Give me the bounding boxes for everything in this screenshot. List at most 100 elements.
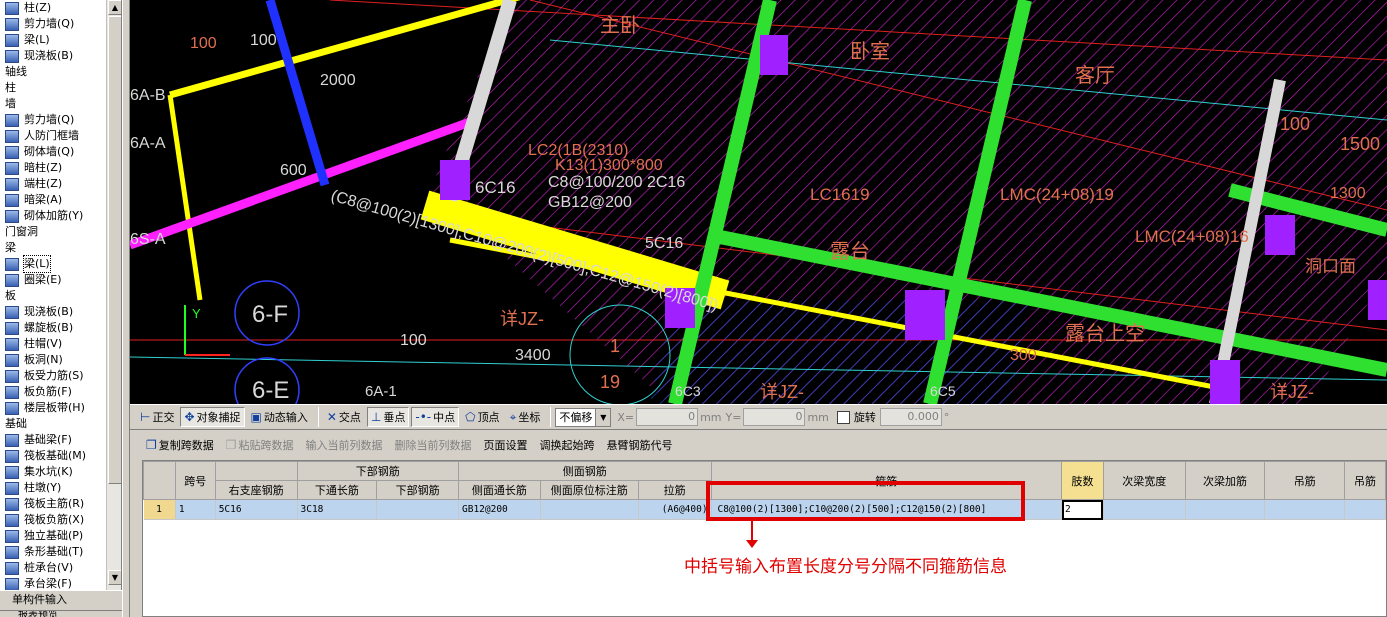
- cell-hanger-2[interactable]: [1344, 499, 1386, 520]
- tree-item[interactable]: 柱帽(V): [0, 336, 121, 352]
- y-offset-input[interactable]: 0: [743, 408, 806, 426]
- tree-item[interactable]: 板负筋(F): [0, 384, 121, 400]
- tree-category[interactable]: 板: [0, 288, 121, 304]
- input-column-button[interactable]: 输入当前列数据: [302, 435, 387, 455]
- axis-label-6-e: 6-E: [252, 377, 289, 404]
- tree-item[interactable]: 集水坑(K): [0, 464, 121, 480]
- rotate-angle-input[interactable]: 0.000: [879, 408, 942, 426]
- tree-item[interactable]: 人防门框墙: [0, 128, 121, 144]
- tree-item[interactable]: 现浇板(B): [0, 304, 121, 320]
- cell-bottom-thru[interactable]: 3C18: [297, 499, 378, 520]
- tab-single-component-input[interactable]: 单构件输入: [0, 590, 122, 610]
- scroll-thumb[interactable]: [108, 16, 121, 484]
- cell-secondary-add[interactable]: [1185, 499, 1266, 520]
- delete-column-button[interactable]: 删除当前列数据: [391, 435, 476, 455]
- tree-item[interactable]: 楼层板带(H): [0, 400, 121, 416]
- row-number[interactable]: 1: [143, 499, 176, 520]
- swap-start-span-button[interactable]: 调换起始跨: [536, 435, 599, 455]
- component-icon: [5, 449, 19, 463]
- scroll-down-arrow-icon[interactable]: ▼: [108, 570, 121, 585]
- tree-item[interactable]: 螺旋板(B): [0, 320, 121, 336]
- perpendicular-snap-button[interactable]: ⊥ 垂点: [366, 407, 410, 427]
- app-window: 柱(Z) 剪力墙(Q) 梁(L) 现浇板(B) 轴线柱墙剪力墙(Q) 人防门框墙 砌体墙(Q…: [0, 0, 1387, 617]
- tree-item-label: 柱: [5, 81, 16, 94]
- object-snap-button[interactable]: ✥ 对象捕捉: [180, 407, 245, 427]
- tree-item[interactable]: 剪力墙(Q): [0, 16, 121, 32]
- tree-category[interactable]: 墙: [0, 96, 121, 112]
- tree-item-label: 基础: [5, 417, 27, 430]
- tree-item[interactable]: 板受力筋(S): [0, 368, 121, 384]
- tree-item[interactable]: 圈梁(E): [0, 272, 121, 288]
- cad-canvas[interactable]: 主卧 卧室 客厅 露台 露台上空 6A-B 6A-A 6S-A 6-F 6-E …: [130, 0, 1387, 404]
- tree-item[interactable]: 柱(Z): [0, 0, 121, 16]
- rotate-checkbox[interactable]: [836, 410, 850, 424]
- vertex-snap-button[interactable]: ⬠ 顶点: [461, 407, 503, 427]
- tree-item[interactable]: 现浇板(B): [0, 48, 121, 64]
- tab-report-preview[interactable]: 报表预览: [0, 610, 122, 617]
- room-label-terrace-void: 露台上空: [1065, 322, 1145, 345]
- x-offset-input[interactable]: 0: [636, 408, 699, 426]
- tree-item-label: 暗梁(A): [24, 193, 63, 206]
- cell-hanger[interactable]: [1264, 499, 1345, 520]
- tree-item[interactable]: 独立基础(P): [0, 528, 121, 544]
- tree-category[interactable]: 柱: [0, 80, 121, 96]
- cad-drawing-area[interactable]: 主卧 卧室 客厅 露台 露台上空 6A-B 6A-A 6S-A 6-F 6-E …: [130, 0, 1387, 404]
- tree-category[interactable]: 轴线: [0, 64, 121, 80]
- tree-category[interactable]: 基础: [0, 416, 121, 432]
- offset-mode-select[interactable]: 不偏移 ▼: [555, 407, 612, 427]
- tree-item[interactable]: 条形基础(T): [0, 544, 121, 560]
- tree-item[interactable]: 筏板基础(M): [0, 448, 121, 464]
- tree-category[interactable]: 梁: [0, 240, 121, 256]
- coordinate-snap-button[interactable]: ⌖ 坐标: [506, 407, 545, 427]
- panel-splitter[interactable]: [122, 0, 130, 617]
- scroll-up-arrow-icon[interactable]: ▲: [108, 0, 121, 15]
- cell-bottom-bar[interactable]: [376, 499, 460, 520]
- dynamic-input-button[interactable]: ▣ 动态输入: [247, 407, 312, 427]
- tree-item[interactable]: 基础梁(F): [0, 432, 121, 448]
- tree-item[interactable]: 暗梁(A): [0, 192, 121, 208]
- tree-item[interactable]: 承台梁(F): [0, 576, 121, 590]
- tree-item[interactable]: 砌体加筋(Y): [0, 208, 121, 224]
- tree-item[interactable]: 梁(L): [0, 32, 121, 48]
- tree-item[interactable]: 暗柱(Z): [0, 160, 121, 176]
- tree-item[interactable]: 剪力墙(Q): [0, 112, 121, 128]
- paste-span-button[interactable]: ❐ 粘贴跨数据: [222, 435, 298, 455]
- tree-category[interactable]: 门窗洞: [0, 224, 121, 240]
- page-setup-button[interactable]: 页面设置: [480, 435, 532, 455]
- cell-tie[interactable]: (A6@400): [638, 499, 712, 520]
- midpoint-snap-button[interactable]: -•- 中点: [411, 407, 460, 427]
- ortho-button[interactable]: ⊢ 正交: [136, 407, 178, 427]
- cell-span[interactable]: 1: [175, 499, 216, 520]
- tree-item-label: 筏板主筋(R): [24, 497, 85, 510]
- tree-item[interactable]: 筏板主筋(R): [0, 496, 121, 512]
- swap-start-span-label: 调换起始跨: [539, 439, 595, 452]
- axis-label-6a-b: 6A-B: [130, 87, 166, 104]
- tree-item[interactable]: 桩承台(V): [0, 560, 121, 576]
- cell-legs[interactable]: 2: [1061, 499, 1104, 520]
- chevron-down-icon[interactable]: ▼: [595, 408, 611, 426]
- cell-side-thru[interactable]: GB12@200: [458, 499, 541, 520]
- dim-10: 100: [1280, 114, 1310, 134]
- tree-item-label: 螺旋板(B): [24, 321, 74, 334]
- tree-item-label: 条形基础(T): [24, 545, 84, 558]
- copy-span-button[interactable]: ❐ 复制跨数据: [142, 435, 218, 455]
- tree-item-label: 暗柱(Z): [24, 161, 63, 174]
- header-blank: [214, 461, 298, 481]
- cell-right-seat[interactable]: 5C16: [215, 499, 298, 520]
- tree-item-label: 轴线: [5, 65, 27, 78]
- tree-item[interactable]: 柱墩(Y): [0, 480, 121, 496]
- tree-item[interactable]: 砌体墙(Q): [0, 144, 121, 160]
- cantilever-code-button[interactable]: 悬臂钢筋代号: [603, 435, 677, 455]
- degree-unit: °: [943, 410, 950, 424]
- room-label-terrace: 露台: [830, 240, 870, 263]
- intersection-snap-button[interactable]: ✕ 交点: [323, 407, 365, 427]
- tree-scrollbar[interactable]: ▲ ▼: [106, 0, 121, 590]
- tree-item[interactable]: 梁(L): [0, 255, 121, 273]
- tree-item[interactable]: 板洞(N): [0, 352, 121, 368]
- cell-secondary-width[interactable]: [1103, 499, 1186, 520]
- component-icon: [5, 49, 19, 63]
- dynamic-input-icon: ▣: [250, 410, 262, 424]
- tree-item[interactable]: 筏板负筋(X): [0, 512, 121, 528]
- tree-item[interactable]: 端柱(Z): [0, 176, 121, 192]
- cell-side-original[interactable]: [540, 499, 639, 520]
